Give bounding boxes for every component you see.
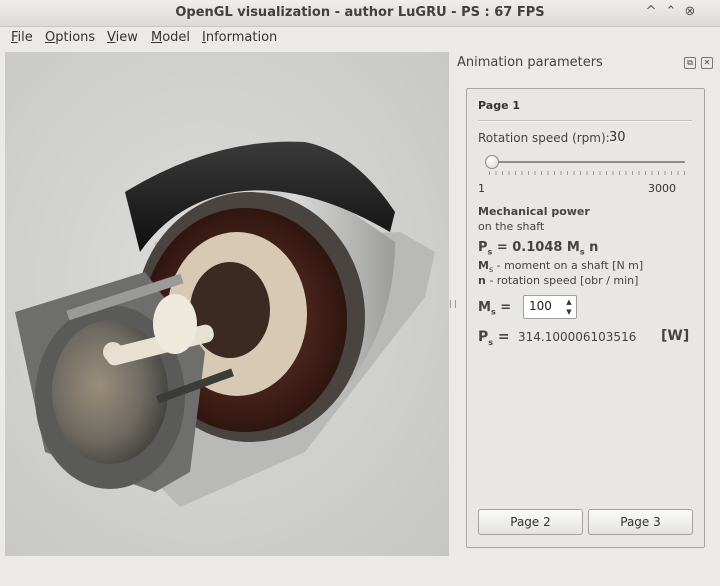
status-bar <box>0 564 720 586</box>
page-title: Page 1 <box>478 99 521 112</box>
menu-information[interactable]: Information <box>202 30 277 45</box>
slider-min-label: 1 <box>478 182 485 195</box>
mechanical-power-subtitle: on the shaft <box>478 220 545 233</box>
power-label: Ps = <box>478 329 510 347</box>
dock-splitter[interactable] <box>449 52 456 556</box>
dock-float-button[interactable]: ⧉ <box>684 57 696 69</box>
spin-down-icon[interactable]: ▼ <box>563 307 575 317</box>
rotation-slider-handle[interactable] <box>484 155 499 169</box>
dock-close-button[interactable]: ✕ <box>701 57 713 69</box>
spinbox-arrows: ▲ ▼ <box>563 297 575 317</box>
power-formula: Ps = 0.1048 Ms n <box>478 240 599 257</box>
page-3-button[interactable]: Page 3 <box>588 509 693 535</box>
menu-file[interactable]: File <box>11 30 33 45</box>
close-button[interactable]: ⊗ <box>681 3 699 21</box>
menu-options[interactable]: Options <box>45 30 95 45</box>
maximize-button[interactable]: ⌃ <box>662 3 680 21</box>
window-titlebar: OpenGL visualization - author LuGRU - PS… <box>0 0 720 27</box>
legend-moment: Ms - moment on a shaft [N m] <box>478 259 644 275</box>
dock-title: Animation parameters <box>457 55 603 70</box>
moment-spinbox[interactable]: 100 ▲ ▼ <box>523 295 577 319</box>
slider-max-label: 3000 <box>648 182 676 195</box>
menu-bar: File Options View Model Information <box>0 27 720 49</box>
rotation-speed-label: Rotation speed (rpm): <box>478 131 610 145</box>
mechanical-power-title: Mechanical power <box>478 205 590 218</box>
page-2-button[interactable]: Page 2 <box>478 509 583 535</box>
animation-parameters-panel: Page 1 Rotation speed (rpm): 30 1 3000 M… <box>466 88 705 548</box>
moment-label: Ms = <box>478 300 512 317</box>
rotation-speed-value: 30 <box>609 130 626 145</box>
splitter-grip[interactable] <box>450 300 456 308</box>
power-unit: [W] <box>661 328 690 344</box>
power-value: 314.100006103516 <box>518 330 637 344</box>
menu-view[interactable]: View <box>107 30 138 45</box>
page-separator <box>478 120 692 122</box>
moment-spinbox-value[interactable]: 100 <box>529 299 552 313</box>
rotation-slider-track[interactable] <box>489 161 685 163</box>
menu-model[interactable]: Model <box>151 30 190 45</box>
opengl-viewport[interactable] <box>5 52 449 556</box>
legend-rotation: n - rotation speed [obr / min] <box>478 274 639 287</box>
window-title: OpenGL visualization - author LuGRU - PS… <box>175 5 545 20</box>
spin-up-icon[interactable]: ▲ <box>563 297 575 307</box>
motor-model-render <box>15 141 435 507</box>
slider-ticks <box>489 171 685 175</box>
shaft-coupling <box>153 294 197 354</box>
minimize-button[interactable]: ^ <box>642 3 660 21</box>
